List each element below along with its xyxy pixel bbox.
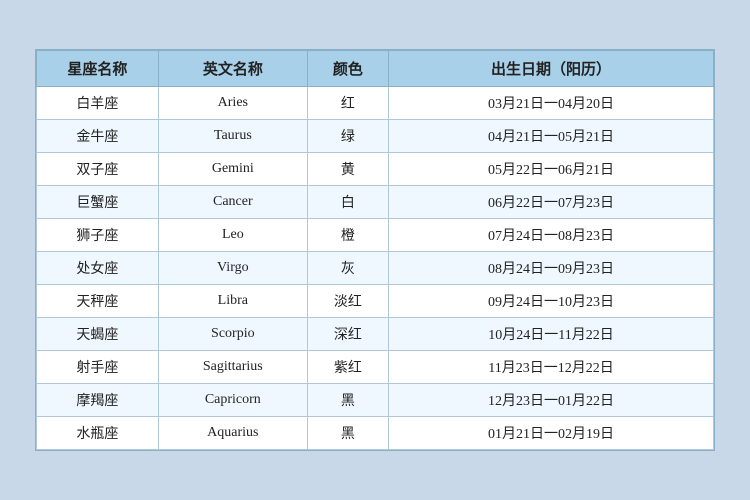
- zodiac-table-container: 星座名称 英文名称 颜色 出生日期（阳历） 白羊座Aries红03月21日一04…: [35, 49, 715, 451]
- table-row: 处女座Virgo灰08月24日一09月23日: [37, 252, 714, 285]
- cell-date: 05月22日一06月21日: [389, 153, 714, 186]
- cell-date: 07月24日一08月23日: [389, 219, 714, 252]
- cell-color: 黑: [307, 417, 388, 450]
- table-row: 白羊座Aries红03月21日一04月20日: [37, 87, 714, 120]
- cell-chinese: 巨蟹座: [37, 186, 159, 219]
- zodiac-table: 星座名称 英文名称 颜色 出生日期（阳历） 白羊座Aries红03月21日一04…: [36, 50, 714, 450]
- cell-date: 12月23日一01月22日: [389, 384, 714, 417]
- table-row: 巨蟹座Cancer白06月22日一07月23日: [37, 186, 714, 219]
- cell-english: Cancer: [158, 186, 307, 219]
- cell-english: Taurus: [158, 120, 307, 153]
- cell-date: 06月22日一07月23日: [389, 186, 714, 219]
- cell-english: Scorpio: [158, 318, 307, 351]
- table-body: 白羊座Aries红03月21日一04月20日金牛座Taurus绿04月21日一0…: [37, 87, 714, 450]
- cell-english: Gemini: [158, 153, 307, 186]
- cell-english: Aries: [158, 87, 307, 120]
- table-row: 双子座Gemini黄05月22日一06月21日: [37, 153, 714, 186]
- cell-date: 08月24日一09月23日: [389, 252, 714, 285]
- cell-chinese: 天蝎座: [37, 318, 159, 351]
- cell-chinese: 处女座: [37, 252, 159, 285]
- cell-chinese: 白羊座: [37, 87, 159, 120]
- cell-english: Virgo: [158, 252, 307, 285]
- cell-color: 灰: [307, 252, 388, 285]
- cell-chinese: 水瓶座: [37, 417, 159, 450]
- cell-english: Aquarius: [158, 417, 307, 450]
- cell-color: 黑: [307, 384, 388, 417]
- cell-color: 橙: [307, 219, 388, 252]
- cell-color: 绿: [307, 120, 388, 153]
- cell-chinese: 金牛座: [37, 120, 159, 153]
- cell-chinese: 双子座: [37, 153, 159, 186]
- cell-date: 03月21日一04月20日: [389, 87, 714, 120]
- cell-color: 黄: [307, 153, 388, 186]
- cell-english: Sagittarius: [158, 351, 307, 384]
- table-row: 天秤座Libra淡红09月24日一10月23日: [37, 285, 714, 318]
- cell-date: 09月24日一10月23日: [389, 285, 714, 318]
- table-row: 狮子座Leo橙07月24日一08月23日: [37, 219, 714, 252]
- header-color: 颜色: [307, 51, 388, 87]
- header-chinese: 星座名称: [37, 51, 159, 87]
- cell-color: 深红: [307, 318, 388, 351]
- cell-english: Libra: [158, 285, 307, 318]
- cell-date: 04月21日一05月21日: [389, 120, 714, 153]
- table-header-row: 星座名称 英文名称 颜色 出生日期（阳历）: [37, 51, 714, 87]
- cell-english: Leo: [158, 219, 307, 252]
- table-row: 金牛座Taurus绿04月21日一05月21日: [37, 120, 714, 153]
- cell-chinese: 天秤座: [37, 285, 159, 318]
- table-row: 天蝎座Scorpio深红10月24日一11月22日: [37, 318, 714, 351]
- table-row: 摩羯座Capricorn黑12月23日一01月22日: [37, 384, 714, 417]
- cell-date: 01月21日一02月19日: [389, 417, 714, 450]
- cell-color: 白: [307, 186, 388, 219]
- header-date: 出生日期（阳历）: [389, 51, 714, 87]
- cell-color: 红: [307, 87, 388, 120]
- header-english: 英文名称: [158, 51, 307, 87]
- cell-date: 11月23日一12月22日: [389, 351, 714, 384]
- cell-color: 紫红: [307, 351, 388, 384]
- cell-english: Capricorn: [158, 384, 307, 417]
- cell-date: 10月24日一11月22日: [389, 318, 714, 351]
- cell-color: 淡红: [307, 285, 388, 318]
- cell-chinese: 摩羯座: [37, 384, 159, 417]
- cell-chinese: 狮子座: [37, 219, 159, 252]
- table-row: 水瓶座Aquarius黑01月21日一02月19日: [37, 417, 714, 450]
- cell-chinese: 射手座: [37, 351, 159, 384]
- table-row: 射手座Sagittarius紫红11月23日一12月22日: [37, 351, 714, 384]
